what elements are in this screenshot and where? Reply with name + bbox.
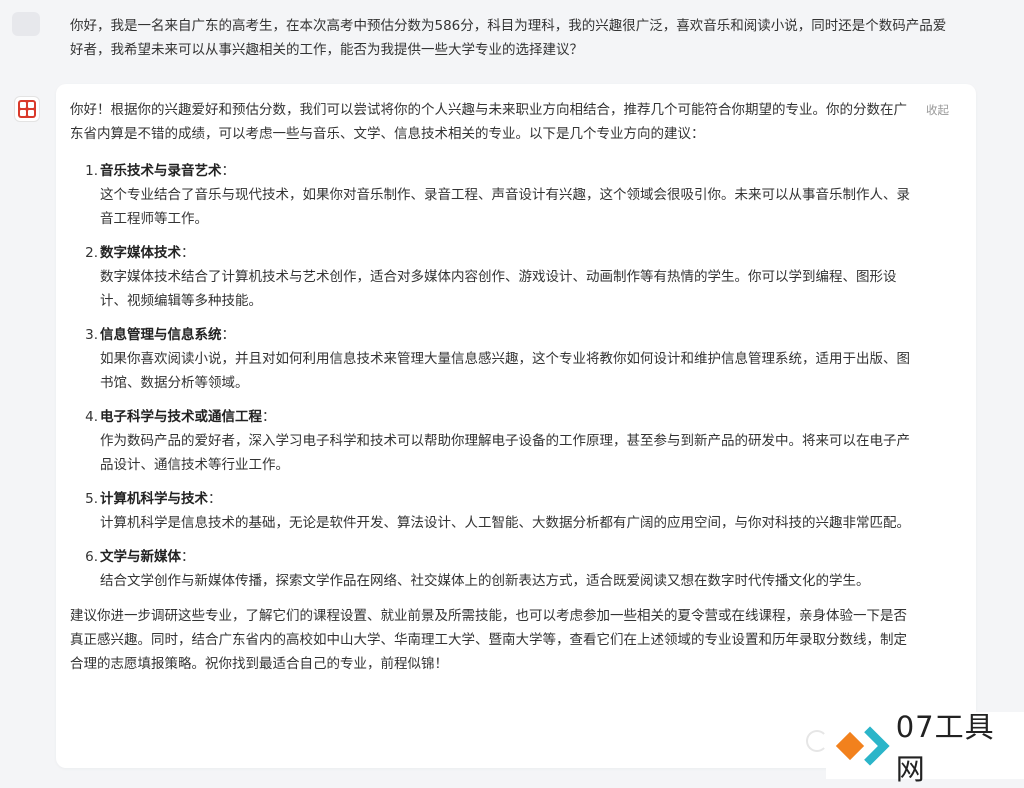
watermark: 07工具网 xyxy=(826,710,1024,786)
user-message: 你好，我是一名来自广东的高考生，在本次高考中预估分数为586分，科目为理科，我的… xyxy=(70,18,947,58)
item-title: 音乐技术与录音艺术 xyxy=(100,163,222,179)
loading-spinner-icon xyxy=(806,730,828,752)
suggestion-item: 2. 数字媒体技术： 数字媒体技术结合了计算机技术与艺术创作，适合对多媒体内容创… xyxy=(70,241,916,313)
item-description: 数字媒体技术结合了计算机技术与艺术创作，适合对多媒体内容创作、游戏设计、动画制作… xyxy=(100,269,897,309)
item-number: 5. xyxy=(85,491,98,507)
item-title: 文学与新媒体 xyxy=(100,549,181,565)
suggestion-item: 4. 电子科学与技术或通信工程： 作为数码产品的爱好者，深入学习电子科学和技术可… xyxy=(70,405,916,477)
assistant-avatar xyxy=(14,96,40,122)
assistant-message: 你好！根据你的兴趣爱好和预估分数，我们可以尝试将你的个人兴趣与未来职业方向相结合… xyxy=(70,98,916,676)
assistant-intro: 你好！根据你的兴趣爱好和预估分数，我们可以尝试将你的个人兴趣与未来职业方向相结合… xyxy=(70,102,907,142)
item-description: 计算机科学是信息技术的基础，无论是软件开发、算法设计、人工智能、大数据分析都有广… xyxy=(100,515,910,531)
item-colon: ： xyxy=(181,549,195,565)
item-number: 1. xyxy=(85,163,98,179)
watermark-logo-icon xyxy=(834,718,890,774)
item-number: 2. xyxy=(85,245,98,261)
item-number: 6. xyxy=(85,549,98,565)
suggestion-item: 5. 计算机科学与技术： 计算机科学是信息技术的基础，无论是软件开发、算法设计、… xyxy=(70,487,916,535)
item-description: 结合文学创作与新媒体传播，探索文学作品在网络、社交媒体上的创新表达方式，适合既爱… xyxy=(100,573,870,589)
suggestion-list: 1. 音乐技术与录音艺术： 这个专业结合了音乐与现代技术，如果你对音乐制作、录音… xyxy=(70,159,916,593)
item-number: 4. xyxy=(85,409,98,425)
suggestion-item: 1. 音乐技术与录音艺术： 这个专业结合了音乐与现代技术，如果你对音乐制作、录音… xyxy=(70,159,916,231)
suggestion-item: 3. 信息管理与信息系统： 如果你喜欢阅读小说，并且对如何利用信息技术来管理大量… xyxy=(70,323,916,395)
user-avatar xyxy=(12,12,40,36)
assistant-logo-icon xyxy=(18,100,36,118)
item-number: 3. xyxy=(85,327,98,343)
collapse-button[interactable]: 收起 xyxy=(926,102,949,118)
item-colon: ： xyxy=(262,409,276,425)
item-title: 计算机科学与技术 xyxy=(100,491,208,507)
watermark-text: 07工具网 xyxy=(895,709,995,786)
item-colon: ： xyxy=(208,491,222,507)
item-colon: ： xyxy=(181,245,195,261)
item-title: 信息管理与信息系统 xyxy=(100,327,222,343)
item-colon: ： xyxy=(221,163,236,179)
assistant-closing: 建议你进一步调研这些专业，了解它们的课程设置、就业前景及所需技能，也可以考虑参加… xyxy=(70,608,907,672)
item-title: 数字媒体技术 xyxy=(100,245,181,261)
item-colon: ： xyxy=(221,327,236,343)
item-title: 电子科学与技术或通信工程 xyxy=(100,409,262,425)
item-description: 这个专业结合了音乐与现代技术，如果你对音乐制作、录音工程、声音设计有兴趣，这个领… xyxy=(100,187,910,227)
item-description: 如果你喜欢阅读小说，并且对如何利用信息技术来管理大量信息感兴趣，这个专业将教你如… xyxy=(100,351,910,391)
suggestion-item: 6. 文学与新媒体： 结合文学创作与新媒体传播，探索文学作品在网络、社交媒体上的… xyxy=(70,545,916,593)
item-description: 作为数码产品的爱好者，深入学习电子科学和技术可以帮助你理解电子设备的工作原理，甚… xyxy=(100,433,910,473)
